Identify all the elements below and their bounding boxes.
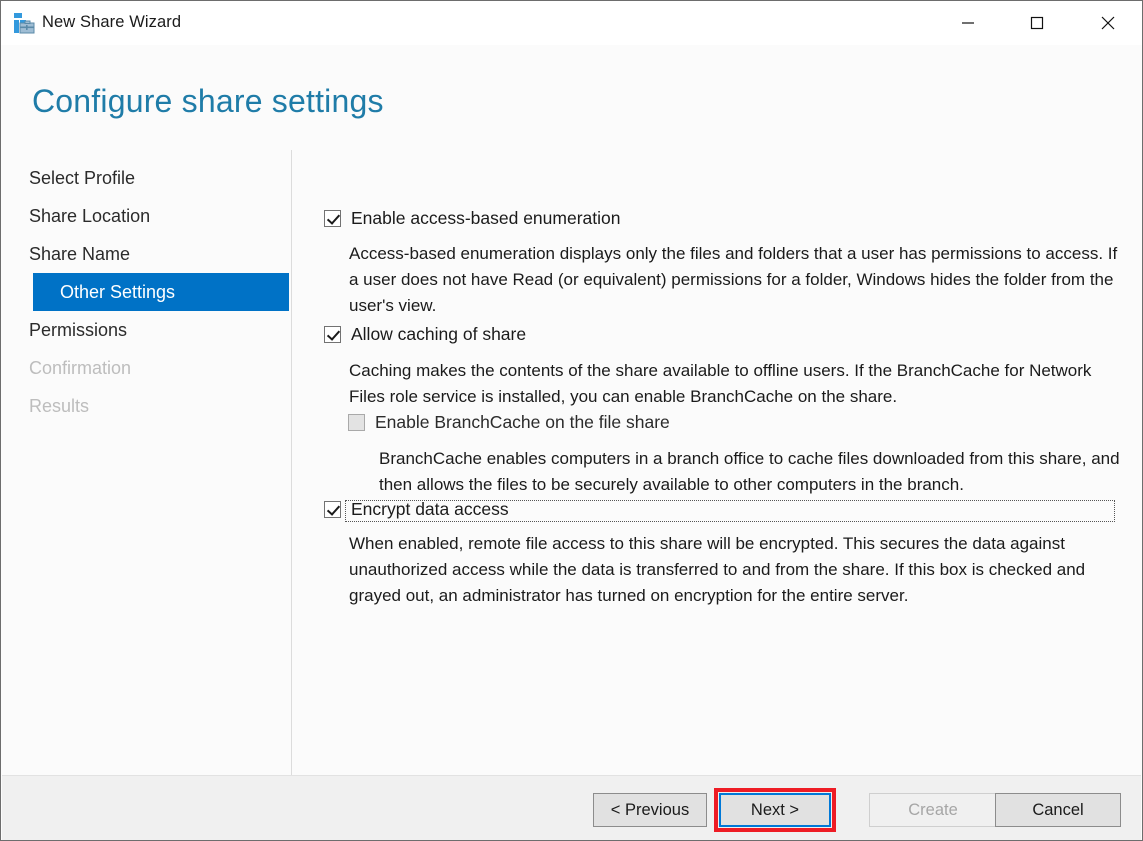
close-icon[interactable] (1085, 1, 1131, 45)
checkbox-checked-icon (324, 326, 341, 343)
minimize-icon[interactable] (945, 1, 991, 45)
page-title: Configure share settings (32, 83, 384, 119)
encrypt-data-access-label: Encrypt data access (351, 499, 509, 519)
cancel-button[interactable]: Cancel (995, 793, 1121, 827)
wizard-footer: < Previous Next > Create Cancel (2, 776, 1141, 840)
sidebar-item-other-settings[interactable]: Other Settings (33, 273, 289, 311)
checkbox-checked-icon (324, 210, 341, 227)
previous-button[interactable]: < Previous (593, 793, 707, 827)
create-button: Create (869, 793, 997, 827)
sidebar-item-permissions[interactable]: Permissions (2, 311, 290, 349)
checkbox-unchecked-icon (348, 414, 365, 431)
allow-caching-of-share-checkbox[interactable]: Allow caching of share (324, 323, 526, 345)
branchcache-description: BranchCache enables computers in a branc… (379, 449, 1120, 494)
sidebar-item-confirmation: Confirmation (29, 358, 132, 378)
sidebar-divider (291, 150, 292, 790)
encrypt-data-access-description: When enabled, remote file access to this… (349, 534, 1086, 605)
encrypt-data-access-checkbox[interactable]: Encrypt data access (324, 498, 509, 520)
enable-access-based-enumeration-checkbox[interactable]: Enable access-based enumeration (324, 207, 620, 229)
checkbox-checked-icon (324, 501, 341, 518)
next-button[interactable]: Next > (719, 793, 831, 827)
share-server-icon (13, 12, 35, 34)
maximize-icon[interactable] (1014, 1, 1060, 45)
enable-branchcache-checkbox[interactable]: Enable BranchCache on the file share (348, 411, 670, 433)
enable-access-based-enumeration-label: Enable access-based enumeration (351, 208, 621, 228)
wizard-content: Configure share settings Select Profile … (2, 45, 1141, 790)
access-based-enumeration-description: Access-based enumeration displays only t… (349, 244, 1118, 315)
allow-caching-of-share-label: Allow caching of share (351, 324, 527, 344)
wizard-steps-sidebar: Select Profile Share Location Share Name… (2, 159, 290, 425)
window-title: New Share Wizard (42, 13, 182, 31)
sidebar-item-share-location[interactable]: Share Location (2, 197, 290, 235)
new-share-wizard-window: New Share Wizard Configure share setting… (0, 0, 1143, 841)
allow-caching-description: Caching makes the contents of the share … (349, 361, 1092, 406)
enable-branchcache-label: Enable BranchCache on the file share (375, 412, 670, 432)
sidebar-item-results: Results (29, 396, 90, 416)
title-bar: New Share Wizard (1, 1, 1142, 45)
sidebar-item-share-name[interactable]: Share Name (2, 235, 290, 273)
sidebar-item-select-profile[interactable]: Select Profile (2, 159, 290, 197)
